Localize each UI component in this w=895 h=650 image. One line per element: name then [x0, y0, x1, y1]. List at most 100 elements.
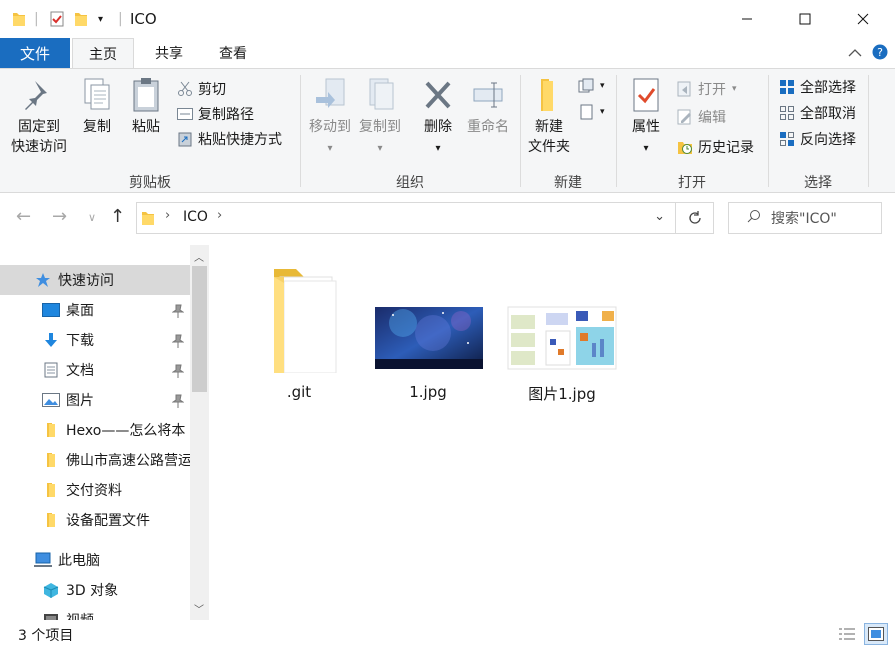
pin-icon[interactable] [171, 334, 185, 348]
tab-view[interactable]: 查看 [202, 38, 264, 68]
diagram-image-thumbnail [507, 306, 617, 370]
desktop-icon [42, 301, 60, 319]
details-view-icon[interactable] [838, 626, 856, 646]
navigation-bar: ← → ∨ ↑ › ICO › ⌄ 搜索"ICO" [0, 194, 895, 242]
properties-button[interactable]: 属性 ▾ [624, 77, 668, 159]
file-name: .git [286, 383, 312, 401]
tab-file[interactable]: 文件 [0, 38, 70, 68]
collapse-ribbon-icon[interactable] [848, 46, 862, 62]
new-folder-quick-icon[interactable] [74, 11, 88, 27]
folder-icon [42, 511, 60, 529]
nav-pictures[interactable]: 图片 [0, 385, 190, 415]
nav-this-pc[interactable]: 此电脑 [0, 545, 190, 575]
delete-button[interactable]: 删除 ▾ [418, 77, 458, 159]
edit-icon [676, 108, 694, 126]
easy-access-icon [578, 103, 596, 121]
file-item-picture1jpg[interactable]: 图片1.jpg [504, 263, 620, 404]
invert-selection-button[interactable]: 反向选择 [778, 128, 856, 150]
recent-locations-icon[interactable]: ∨ [88, 211, 96, 224]
back-arrow-icon[interactable]: ← [16, 206, 31, 227]
scissors-icon [176, 80, 194, 98]
pictures-icon [42, 391, 60, 409]
nav-folder-foshan[interactable]: 佛山市高速公路营运 [0, 445, 190, 475]
computer-icon [34, 551, 52, 569]
new-folder-button[interactable]: 新建 文件夹 [524, 77, 574, 157]
nav-folder-delivery[interactable]: 交付资料 [0, 475, 190, 505]
refresh-button[interactable] [676, 202, 714, 234]
pin-icon[interactable] [171, 364, 185, 378]
copy-to-button[interactable]: 复制到 ▾ [354, 77, 406, 159]
address-bar[interactable]: › ICO › ⌄ [136, 202, 676, 234]
select-all-icon [778, 78, 796, 96]
folder-icon [274, 269, 337, 374]
scroll-up-icon[interactable]: ︿ [194, 249, 204, 264]
paste-shortcut-button[interactable]: 粘贴快捷方式 [176, 128, 282, 150]
select-none-button[interactable]: 全部取消 [778, 102, 856, 124]
easy-access-button[interactable]: ▾ [578, 101, 605, 123]
copy-path-button[interactable]: 复制路径 [176, 103, 254, 125]
document-icon [42, 361, 60, 379]
svg-text:?: ? [877, 46, 883, 59]
tab-home[interactable]: 主页 [72, 38, 134, 69]
edit-button[interactable]: 编辑 [676, 106, 726, 128]
search-placeholder: 搜索"ICO" [771, 211, 837, 227]
ribbon-tabs: 文件 主页 共享 查看 ? [0, 38, 895, 69]
file-name: 1.jpg [409, 383, 447, 401]
pin-icon [25, 81, 47, 110]
breadcrumb-chevron-icon[interactable]: › [217, 208, 222, 223]
paste-button[interactable]: 粘贴 [124, 77, 168, 137]
pin-to-quick-access-button[interactable]: 固定到 快速访问 [6, 77, 72, 157]
rename-button[interactable]: 重命名 [464, 77, 512, 137]
nav-desktop[interactable]: 桌面 [0, 295, 190, 325]
nav-quick-access[interactable]: 快速访问 [0, 265, 190, 295]
move-to-button[interactable]: 移动到 ▾ [304, 77, 356, 159]
large-icons-view-icon[interactable] [864, 623, 888, 645]
address-history-icon[interactable]: ⌄ [654, 209, 665, 224]
scrollbar-thumb[interactable] [192, 266, 207, 392]
nav-videos[interactable]: 视频 [0, 605, 190, 620]
breadcrumb-ico[interactable]: ICO [183, 209, 208, 225]
minimize-button[interactable] [718, 0, 776, 38]
select-none-icon [778, 104, 796, 122]
file-item-git[interactable]: .git [244, 263, 354, 401]
file-item-1jpg[interactable]: 1.jpg [372, 263, 484, 401]
help-icon[interactable]: ? [872, 44, 888, 64]
file-name: 图片1.jpg [528, 385, 596, 403]
nav-downloads[interactable]: 下载 [0, 325, 190, 355]
maximize-button[interactable] [776, 0, 834, 38]
copy-button[interactable]: 复制 [76, 77, 118, 137]
forward-arrow-icon[interactable]: → [52, 206, 67, 227]
nav-documents[interactable]: 文档 [0, 355, 190, 385]
properties-quick-icon[interactable] [50, 11, 64, 27]
item-count: 3 个项目 [18, 628, 74, 644]
space-image-thumbnail [375, 307, 483, 369]
video-icon [42, 611, 60, 620]
new-folder-icon [541, 79, 553, 111]
tab-share[interactable]: 共享 [138, 38, 200, 68]
paste-shortcut-icon [176, 130, 194, 148]
status-bar: 3 个项目 [0, 620, 895, 650]
new-item-button[interactable]: ▾ [578, 75, 605, 97]
cut-button[interactable]: 剪切 [176, 78, 226, 100]
search-box[interactable]: 搜索"ICO" [728, 202, 882, 234]
customize-quick-access-icon[interactable]: ▾ [98, 11, 103, 27]
nav-folder-device-config[interactable]: 设备配置文件 [0, 505, 190, 535]
copy-path-icon [176, 105, 194, 123]
folder-icon [42, 451, 60, 469]
open-button[interactable]: 打开 ▾ [676, 78, 737, 100]
nav-3d-objects[interactable]: 3D 对象 [0, 575, 190, 605]
history-button[interactable]: 历史记录 [676, 136, 754, 158]
up-arrow-icon[interactable]: ↑ [110, 206, 125, 227]
title-bar: | ▾ | ICO [0, 0, 895, 38]
star-icon [34, 271, 52, 289]
refresh-icon [688, 211, 701, 224]
select-all-button[interactable]: 全部选择 [778, 76, 856, 98]
close-button[interactable] [834, 0, 892, 38]
breadcrumb-chevron-icon[interactable]: › [165, 208, 170, 223]
pin-icon[interactable] [171, 394, 185, 408]
pin-icon[interactable] [171, 304, 185, 318]
properties-icon [633, 78, 659, 112]
move-to-icon [316, 78, 345, 108]
nav-folder-hexo[interactable]: Hexo——怎么将本 [0, 415, 190, 445]
scroll-down-icon[interactable]: ﹀ [194, 601, 204, 616]
